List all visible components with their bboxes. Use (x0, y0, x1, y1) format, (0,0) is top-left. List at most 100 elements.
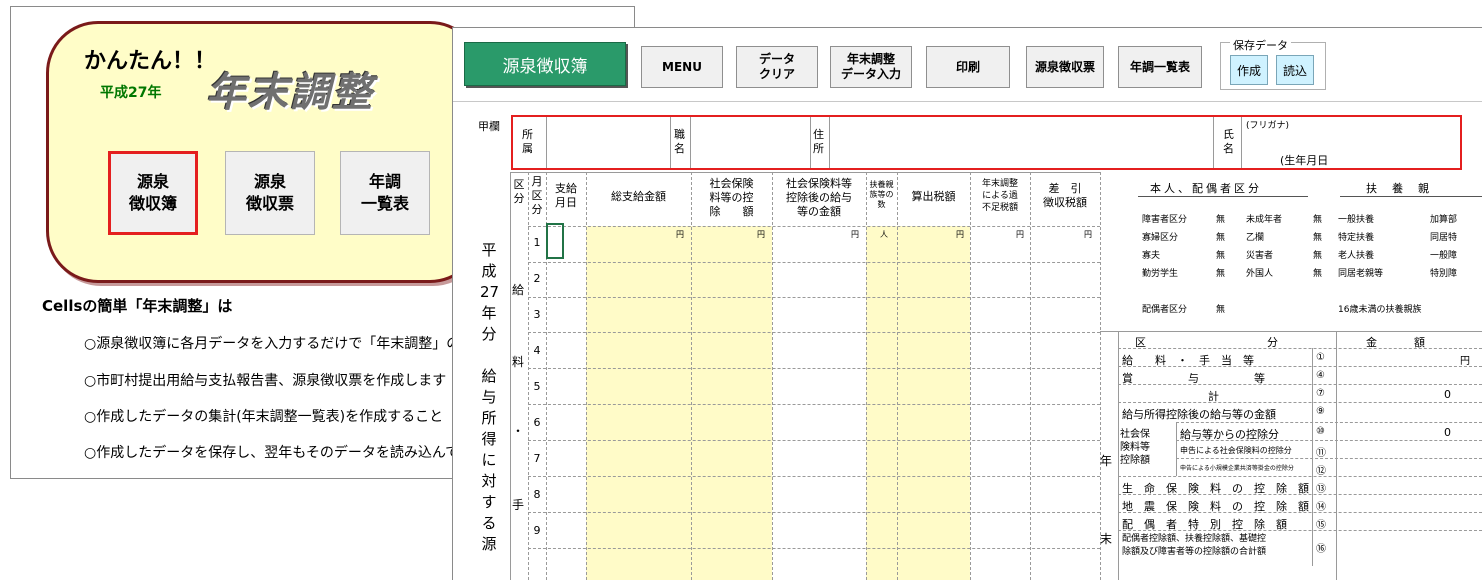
withholding-slip-button[interactable]: 源泉 徴収票 (225, 151, 315, 235)
divider (546, 117, 547, 168)
grid-line (528, 262, 1100, 263)
grid-line (528, 440, 1100, 441)
adj-num: ⑩ (1316, 426, 1325, 437)
birthdate-label: (生年月日 (1280, 154, 1329, 167)
status-value[interactable]: 無 (1313, 212, 1322, 225)
job-field[interactable] (692, 117, 810, 168)
yearend-list-button[interactable]: 年調一覧表 (1118, 46, 1202, 88)
banner-era: 平成27年 (100, 85, 162, 101)
status-value[interactable]: 無 (1313, 248, 1322, 261)
adj-label: 配偶者控除額、扶養控除額、基礎控 除額及び障害者等の控除額の合計額 (1122, 534, 1267, 557)
grid-line (1176, 458, 1482, 459)
adj-value[interactable]: 円 (1460, 352, 1470, 367)
adj-num: ④ (1316, 370, 1325, 381)
grid-line (528, 368, 1100, 369)
grid-line (1118, 476, 1482, 477)
status-value[interactable]: 無 (1216, 248, 1225, 261)
address-field[interactable] (831, 117, 1211, 168)
active-cell[interactable] (546, 223, 564, 259)
data-clear-button[interactable]: データ クリア (736, 46, 818, 88)
unit-yen: 円 (851, 230, 859, 239)
status-label: 寡婦区分 (1142, 233, 1179, 243)
grid-line (528, 297, 1100, 298)
print-button[interactable]: 印刷 (926, 46, 1010, 88)
status-value[interactable]: 無 (1216, 230, 1225, 243)
grid-line (1336, 331, 1337, 580)
adj-value[interactable]: 0 (1444, 388, 1451, 401)
yearend-input-button[interactable]: 年末調整 データ入力 (830, 46, 912, 88)
status-label: 寡夫 (1142, 251, 1161, 261)
col-dependents-header: 扶養親 族等の 数 (869, 180, 894, 209)
grid-line (1312, 348, 1313, 566)
col-kubun-header: 区 分 (513, 178, 525, 205)
adj-label: 給 料 ・ 手 当 等 (1122, 354, 1254, 367)
adj-num: ⑯ (1316, 544, 1326, 555)
grid-line (970, 172, 971, 580)
status-label: 同居特 (1430, 233, 1458, 243)
withholding-slip-button[interactable]: 源泉徴収票 (1026, 46, 1104, 88)
read-button[interactable]: 読込 (1276, 55, 1314, 85)
grid-line (772, 172, 773, 580)
kubun-dot: ・ (512, 424, 525, 438)
grid-line (528, 512, 1100, 513)
description-line: ○作成したデータを保存し、翌年もそのデータを読み込んで (84, 445, 460, 461)
row-number: 4 (533, 344, 541, 357)
status-label: 乙欄 (1246, 233, 1265, 243)
description-title: Cellsの簡単「年末調整」は (42, 297, 233, 315)
description-line: ○源泉徴収簿に各月データを入力するだけで「年末調整」の (84, 336, 461, 352)
adj-label: 申告による小規模企業共済等掛金の控除分 (1180, 465, 1294, 472)
row-number: 3 (533, 308, 541, 321)
sheet-title-button[interactable]: 源泉徴収簿 (464, 42, 626, 86)
grid-line (1118, 402, 1482, 403)
underline (1340, 196, 1482, 197)
status-value[interactable]: 無 (1313, 230, 1322, 243)
year-nen-label: 年 (1100, 454, 1113, 468)
row-number: 5 (533, 380, 541, 393)
row-number: 9 (533, 524, 541, 537)
adj-label: 生 命 保 険 料 の 控 除 額 (1122, 482, 1309, 495)
grid-line (1100, 331, 1482, 332)
unit-yen: 円 (956, 230, 964, 239)
dept-label: 所 属 (522, 128, 533, 155)
menu-button[interactable]: MENU (641, 46, 723, 88)
grid-line (510, 172, 1100, 173)
spouse-section-title: 本人、配偶者区分 (1150, 182, 1262, 195)
status-label: 災害者 (1246, 251, 1274, 261)
dept-field[interactable] (548, 117, 668, 168)
kubun-te: 手 (512, 498, 525, 512)
divider (670, 117, 671, 168)
adj-num: ⑪ (1316, 448, 1326, 459)
status-value[interactable]: 無 (1216, 266, 1225, 279)
name-label: 氏 名 (1223, 128, 1234, 155)
grid-line (1118, 348, 1482, 349)
grid-line (866, 172, 867, 580)
grid-line (1100, 172, 1101, 580)
adj-label: 給与所得控除後の給与等の金額 (1122, 408, 1276, 421)
spouse-class-label: 配偶者区分 (1142, 305, 1188, 315)
status-value[interactable]: 無 (1313, 266, 1322, 279)
status-label: 勤労学生 (1142, 269, 1179, 279)
dependents-section-title: 扶 養 親 (1366, 182, 1431, 195)
status-label: 特別障 (1430, 269, 1458, 279)
col-adjust-header: 年末調整 による過 不足税額 (981, 179, 1018, 213)
spouse-class-value[interactable]: 無 (1216, 302, 1225, 315)
col-withheld-header: 差 引 徴収税額 (1043, 182, 1087, 209)
grid-line (691, 172, 692, 580)
grid-line (510, 172, 511, 580)
col-month-header: 月 区 分 (531, 175, 543, 216)
adj-num: ⑫ (1316, 466, 1326, 477)
adj-value[interactable]: 0 (1444, 426, 1451, 439)
yearend-list-button[interactable]: 年調 一覧表 (340, 151, 430, 235)
status-label: 加算部 (1430, 215, 1458, 225)
grid-line (1118, 331, 1119, 580)
create-button[interactable]: 作成 (1230, 55, 1268, 85)
social-insurance-group: 社会保 険料等 控除額 (1120, 429, 1150, 466)
adj-num: ⑨ (1316, 406, 1325, 417)
dependents-column (866, 226, 897, 580)
social-insurance-column (691, 226, 772, 580)
withholding-book-button[interactable]: 源泉 徴収簿 (108, 151, 198, 235)
col-total-header: 総支給金額 (611, 190, 666, 203)
address-label: 住 所 (813, 128, 824, 155)
kubun-ryo: 料 (512, 355, 525, 369)
status-value[interactable]: 無 (1216, 212, 1225, 225)
